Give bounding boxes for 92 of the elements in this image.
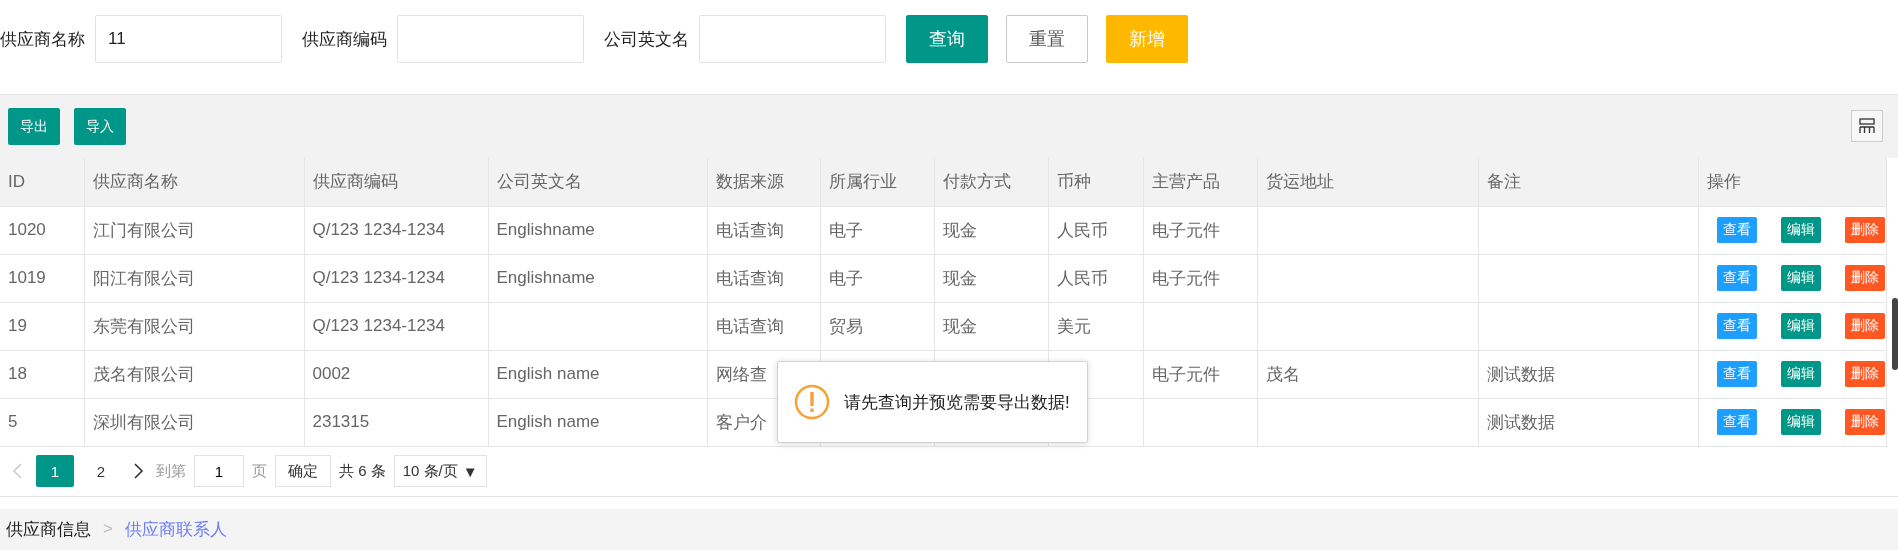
table-cell: 测试数据 (1486, 412, 1555, 432)
column-header: 付款方式 (934, 158, 1048, 206)
table-cell: Q/123 1234-1234 (312, 268, 445, 287)
columns-button[interactable] (1851, 110, 1883, 142)
table-cell: English name (496, 364, 600, 383)
confirm-button[interactable]: 确定 (275, 455, 331, 487)
column-header: 数据来源 (707, 158, 820, 206)
field-label: 供应商编码 (302, 28, 387, 51)
table-cell: 电子 (828, 268, 863, 288)
page-button[interactable]: 2 (82, 455, 120, 487)
reset-button[interactable]: 重置 (1006, 15, 1088, 63)
input-field[interactable]: 11 (95, 15, 282, 63)
edit-button[interactable]: 编辑 (1780, 265, 1821, 291)
delete-button[interactable]: 删除 (1844, 265, 1885, 291)
table-cell: 现金 (942, 220, 977, 240)
view-button[interactable]: 查看 (1716, 217, 1757, 243)
breadcrumb-link[interactable]: 供应商联系人 (124, 517, 227, 541)
table-cell: 电子元件 (1151, 268, 1220, 288)
table-cell: 东莞有限公司 (92, 316, 195, 336)
table-cell: 电话查询 (715, 316, 784, 336)
table-cell: 电子 (828, 220, 863, 240)
table-cell: Englishname (496, 220, 595, 239)
table-cell: 茂名 (1265, 364, 1300, 384)
view-button[interactable]: 查看 (1716, 265, 1757, 291)
column-header: 主营产品 (1143, 158, 1257, 206)
edit-button[interactable]: 编辑 (1780, 361, 1821, 387)
goto-label: 到第 (156, 461, 186, 481)
column-header: 所属行业 (820, 158, 934, 206)
warning-icon (794, 384, 830, 420)
column-header: 币种 (1048, 158, 1143, 206)
table-cell: 网络查 (715, 364, 767, 384)
delete-button[interactable]: 删除 (1844, 217, 1885, 243)
scrollbar-handle[interactable] (1892, 298, 1898, 370)
column-header: ID (0, 158, 84, 206)
field-label: 供应商名称 (0, 28, 85, 51)
table-cell: 客户介 (715, 412, 767, 432)
delete-button[interactable]: 删除 (1844, 409, 1885, 435)
table-cell: 5 (8, 412, 18, 431)
table-cell: Englishname (496, 268, 595, 287)
table-cell: 电话查询 (715, 220, 784, 240)
table-cell: 18 (8, 364, 27, 383)
table-cell: 人民币 (1056, 268, 1108, 288)
total-count: 共 6 条 (339, 461, 386, 481)
table-cell: 美元 (1056, 316, 1091, 336)
table-cell: 电子元件 (1151, 220, 1220, 240)
view-button[interactable]: 查看 (1716, 409, 1757, 435)
table-cell: 茂名有限公司 (92, 364, 195, 384)
input-field[interactable] (397, 15, 584, 63)
column-header: 货运地址 (1257, 158, 1478, 206)
toast-text: 请先查询并预览需要导出数据! (844, 391, 1070, 414)
table-cell: 江门有限公司 (92, 220, 195, 240)
edit-button[interactable]: 编辑 (1780, 313, 1821, 339)
table-cell: 贸易 (828, 316, 863, 336)
table-cell: 电话查询 (715, 268, 784, 288)
table-cell: 231315 (312, 412, 370, 431)
page-input[interactable]: 1 (194, 455, 244, 487)
delete-button[interactable]: 删除 (1844, 361, 1885, 387)
export-button[interactable]: 导出 (8, 108, 60, 145)
table-cell: 1019 (8, 268, 46, 287)
table-cell: Q/123 1234-1234 (312, 316, 445, 335)
table-cell: Q/123 1234-1234 (312, 220, 445, 239)
table-cell: 测试数据 (1486, 364, 1555, 384)
import-button[interactable]: 导入 (74, 108, 126, 145)
table-cell: 现金 (942, 316, 977, 336)
view-button[interactable]: 查看 (1716, 361, 1757, 387)
table-cell: 19 (8, 316, 27, 335)
table-cell: 0002 (312, 364, 351, 383)
page-size-select[interactable]: 10 条/页 ▼ (393, 455, 487, 487)
column-header: 操作 (1698, 158, 1886, 206)
page-button[interactable]: 1 (36, 455, 74, 487)
column-header: 供应商名称 (84, 158, 304, 206)
edit-button[interactable]: 编辑 (1780, 409, 1821, 435)
page-unit: 页 (252, 461, 267, 481)
table-cell: 人民币 (1056, 220, 1108, 240)
table-cell: 阳江有限公司 (92, 268, 195, 288)
input-field[interactable] (699, 15, 886, 63)
breadcrumb-link[interactable]: 供应商信息 (6, 517, 91, 541)
delete-button[interactable]: 删除 (1844, 313, 1885, 339)
column-header: 公司英文名 (488, 158, 707, 206)
field-label: 公司英文名 (604, 28, 689, 51)
column-header: 备注 (1478, 158, 1698, 206)
query-button[interactable]: 查询 (906, 15, 988, 63)
breadcrumb-separator: > (103, 519, 113, 540)
grid-icon (1859, 118, 1875, 134)
table-cell: 电子元件 (1151, 364, 1220, 384)
table-cell: 现金 (942, 268, 977, 288)
table-cell: 深圳有限公司 (92, 412, 195, 432)
edit-button[interactable]: 编辑 (1780, 217, 1821, 243)
view-button[interactable]: 查看 (1716, 313, 1757, 339)
table-cell: 1020 (8, 220, 46, 239)
table-cell: English name (496, 412, 600, 431)
column-header: 供应商编码 (304, 158, 488, 206)
